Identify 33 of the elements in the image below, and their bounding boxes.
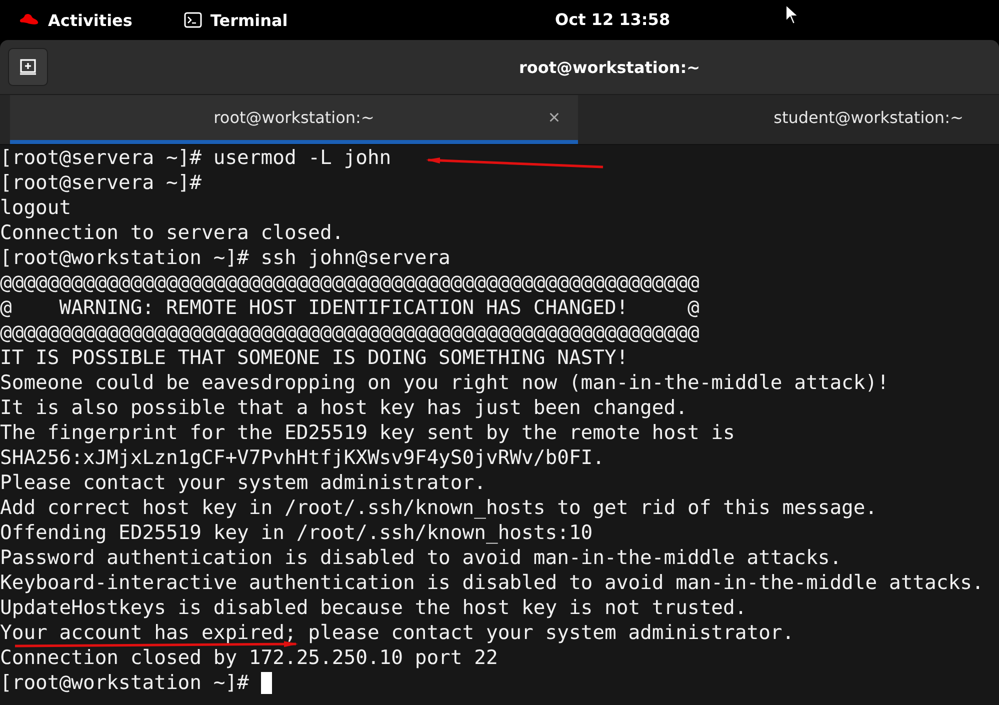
terminal-icon xyxy=(184,12,202,28)
new-tab-icon xyxy=(19,58,37,76)
hat-logo-icon xyxy=(18,13,40,27)
terminal-line: IT IS POSSIBLE THAT SOMEONE IS DOING SOMETHING NASTY! xyxy=(0,348,628,366)
activities-label[interactable]: Activities xyxy=(48,10,132,30)
terminal-line: Your account has expired; please contact your system administrator. xyxy=(0,624,794,642)
terminal-line: Keyboard-interactive authentication is disabled to avoid man-in-the-middle attacks. xyxy=(0,574,984,592)
pointer-icon xyxy=(785,4,799,26)
terminal-line: Someone could be eavesdropping on you right now (man-in-the-middle attack)! xyxy=(0,374,889,392)
tab[interactable]: root@workstation:~ × xyxy=(10,95,578,144)
terminal-line: Add correct host key in /root/.ssh/known_hosts to get rid of this message. xyxy=(0,498,878,516)
terminal-line: @@@@@@@@@@@@@@@@@@@@@@@@@@@@@@@@@@@@@@@@@@@@@@@@@@@@@@@@@@@ xyxy=(0,324,700,342)
window-title: root@workstation:~ xyxy=(518,58,700,76)
terminal-line: SHA256:xJMjxLzn1gCF+V7PvhHtfjKXWsv9F4yS0jvRWv/b0FI. xyxy=(0,448,604,466)
terminal-line: It is also possible that a host key has just been changed. xyxy=(0,398,688,416)
terminal-line: [root@workstation ~]# ssh john@servera xyxy=(0,248,450,266)
terminal-line: Offending ED25519 key in /root/.ssh/known_hosts:10 xyxy=(0,524,593,542)
terminal-line: Password authentication is disabled to avoid man-in-the-middle attacks. xyxy=(0,548,842,566)
clock[interactable]: Oct 12 13:58 xyxy=(555,10,670,29)
terminal-line: [root@servera ~]# usermod -L john xyxy=(0,148,392,166)
terminal-line: The fingerprint for the ED25519 key sent by the remote host is xyxy=(0,424,735,442)
terminal-line: UpdateHostkeys is disabled because the host key is not trusted. xyxy=(0,598,747,616)
terminal-line: @@@@@@@@@@@@@@@@@@@@@@@@@@@@@@@@@@@@@@@@@@@@@@@@@@@@@@@@@@@ xyxy=(0,274,700,292)
terminal-line: [root@servera ~]# xyxy=(0,174,202,192)
terminal-line: Please contact your system administrator. xyxy=(0,474,486,492)
terminal-line: [root@workstation ~]# xyxy=(0,674,250,692)
terminal-line: logout xyxy=(0,198,72,216)
app-name[interactable]: Terminal xyxy=(210,10,288,30)
new-tab-button[interactable] xyxy=(8,48,48,86)
close-button[interactable]: × xyxy=(546,107,562,130)
terminal-line: @ WARNING: REMOTE HOST IDENTIFICATION HAS CHANGED! @ xyxy=(0,298,700,316)
terminal-line: Connection to servera closed. xyxy=(0,224,344,242)
terminal-line: Connection closed by 172.25.250.10 port 22 xyxy=(0,648,498,666)
